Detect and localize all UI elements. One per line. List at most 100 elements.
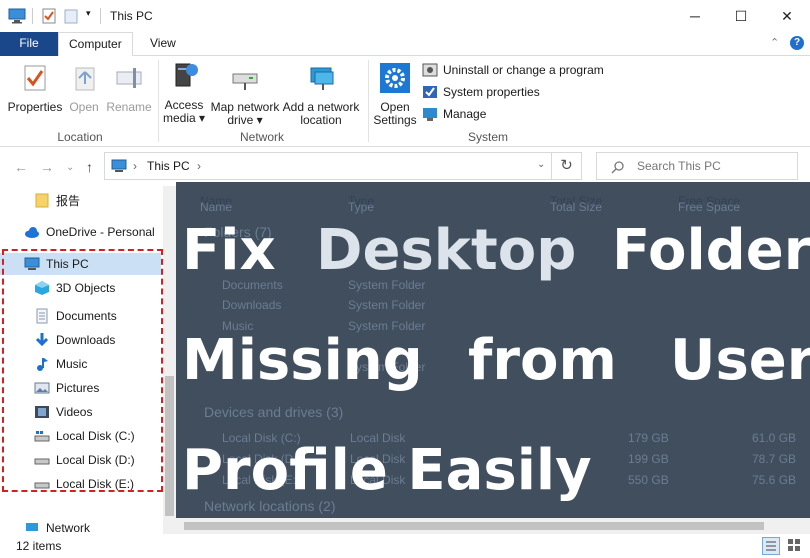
up-arrow-icon[interactable]: ↑: [86, 159, 93, 175]
nav-item-label: 报告: [56, 193, 81, 208]
title-bar: ▾ This PC ─ ☐ ✕: [0, 0, 810, 32]
headline-word-accent: Desktop: [316, 218, 577, 283]
breadcrumb-this-pc[interactable]: This PC: [147, 159, 190, 173]
uninstall-label: Uninstall or change a program: [443, 63, 604, 77]
add-network-location-button[interactable]: Add a network location: [282, 62, 360, 127]
settings-gear-icon: [380, 63, 410, 93]
open-settings-label-2: Settings: [373, 113, 417, 127]
ribbon-tabs: File Computer View ⌃ ?: [0, 32, 810, 57]
rename-button[interactable]: Rename: [104, 62, 154, 114]
system-properties-label: System properties: [443, 85, 540, 99]
headline-word: User: [670, 328, 810, 393]
navigation-bar: ← → ⌄ ↑ › This PC › ⌄ ↻ Search This PC: [0, 148, 810, 186]
close-button[interactable]: ✕: [764, 0, 810, 32]
headline-overlay: Name Type Total Size Free Space Folders …: [176, 182, 810, 520]
manage-icon: [423, 108, 437, 121]
network-drive-icon: [232, 73, 258, 90]
system-properties-button[interactable]: System properties: [422, 84, 540, 100]
cloud-icon: [25, 227, 39, 238]
drive-row-total: 550 GB: [628, 473, 669, 487]
help-icon[interactable]: ?: [790, 36, 804, 50]
location-group-label: Location: [57, 130, 103, 144]
map-network-drive-button[interactable]: Map network drive ▾: [208, 62, 282, 127]
highlight-box: [2, 249, 163, 492]
status-bar: 12 items: [0, 534, 810, 558]
open-button[interactable]: Open: [64, 62, 104, 114]
nav-item-folder[interactable]: 报告: [0, 189, 160, 211]
window-title: This PC: [110, 9, 153, 23]
properties-icon[interactable]: [42, 8, 56, 24]
column-header-type-faint: Type: [348, 200, 375, 214]
headline-word: from: [468, 328, 617, 393]
column-header-total-faint: Total Size: [550, 200, 603, 214]
item-count: 12 items: [16, 539, 62, 553]
search-icon: [611, 161, 624, 174]
properties-label: Properties: [7, 100, 63, 114]
collapse-ribbon-icon[interactable]: ⌃: [770, 36, 779, 49]
refresh-icon[interactable]: ↻: [552, 152, 582, 180]
recent-locations-icon[interactable]: ⌄: [66, 162, 74, 173]
forward-arrow-icon[interactable]: →: [40, 159, 54, 175]
navigation-scrollbar[interactable]: [163, 186, 176, 534]
system-group-label: System: [467, 130, 508, 144]
customize-toolbar-icon[interactable]: ▾: [86, 8, 91, 19]
drive-row-free: 61.0 GB: [752, 431, 797, 445]
divider: [32, 8, 33, 24]
headline-word: Fix: [182, 218, 276, 283]
new-folder-icon[interactable]: [64, 8, 78, 24]
nav-item-label: Network: [46, 521, 91, 535]
details-view-icon[interactable]: [762, 537, 780, 555]
divider: [100, 8, 101, 24]
folder-icon: [35, 193, 49, 208]
network-location-icon: [310, 67, 334, 90]
folder-row-name: Downloads: [222, 298, 282, 312]
tab-view[interactable]: View: [140, 32, 186, 56]
tab-computer[interactable]: Computer: [58, 32, 133, 57]
scrollbar-thumb[interactable]: [165, 376, 174, 516]
manage-label: Manage: [443, 107, 487, 121]
rename-icon: [116, 68, 142, 88]
drive-row-total: 199 GB: [628, 452, 669, 466]
uninstall-icon: [422, 63, 438, 77]
nav-item-network[interactable]: Network: [0, 521, 160, 535]
address-dropdown-icon[interactable]: ⌄: [537, 159, 545, 170]
column-header-free-faint: Free Space: [678, 200, 741, 214]
large-icons-view-icon[interactable]: [786, 537, 804, 555]
headline-word: Folder: [612, 218, 810, 283]
scrollbar-thumb[interactable]: [184, 522, 764, 530]
back-arrow-icon[interactable]: ←: [14, 159, 28, 175]
media-server-icon: [175, 63, 198, 87]
address-bar[interactable]: › This PC › ⌄: [104, 152, 552, 180]
maximize-button[interactable]: ☐: [718, 0, 764, 32]
column-header-name-faint: Name: [200, 200, 233, 214]
search-placeholder: Search This PC: [637, 159, 721, 173]
system-properties-icon: [423, 86, 437, 98]
network-icon: [26, 523, 38, 531]
open-settings-button[interactable]: Open Settings: [372, 62, 418, 127]
manage-button[interactable]: Manage: [422, 106, 486, 122]
details-lines-icon: [766, 541, 776, 551]
access-media-label: Access media ▾: [162, 98, 206, 125]
drive-row-total: 179 GB: [628, 431, 669, 445]
computer-icon[interactable]: [8, 8, 26, 24]
uninstall-program-button[interactable]: Uninstall or change a program: [422, 62, 604, 78]
horizontal-scrollbar[interactable]: [176, 518, 810, 534]
ribbon: Properties Open Rename Location Access m…: [0, 56, 810, 147]
search-input[interactable]: Search This PC: [596, 152, 798, 180]
properties-button[interactable]: Properties: [6, 62, 64, 114]
rename-label: Rename: [106, 100, 152, 114]
nav-item-label: OneDrive - Personal: [46, 225, 155, 239]
nav-item-onedrive[interactable]: OneDrive - Personal: [0, 221, 160, 243]
headline-line: Profile Easily: [182, 438, 592, 503]
breadcrumb-chevron-icon[interactable]: ›: [133, 159, 137, 173]
folder-row-type: System Folder: [348, 298, 426, 312]
minimize-button[interactable]: ─: [672, 0, 718, 32]
drive-row-free: 75.6 GB: [752, 473, 797, 487]
tab-file[interactable]: File: [0, 32, 58, 56]
access-media-button[interactable]: Access media ▾: [162, 60, 206, 125]
computer-icon: [111, 159, 127, 172]
headline-word: Missing: [182, 328, 423, 393]
devices-group-header: Devices and drives (3): [204, 404, 344, 420]
breadcrumb-chevron-icon[interactable]: ›: [197, 159, 201, 173]
open-label: Open: [69, 100, 99, 114]
